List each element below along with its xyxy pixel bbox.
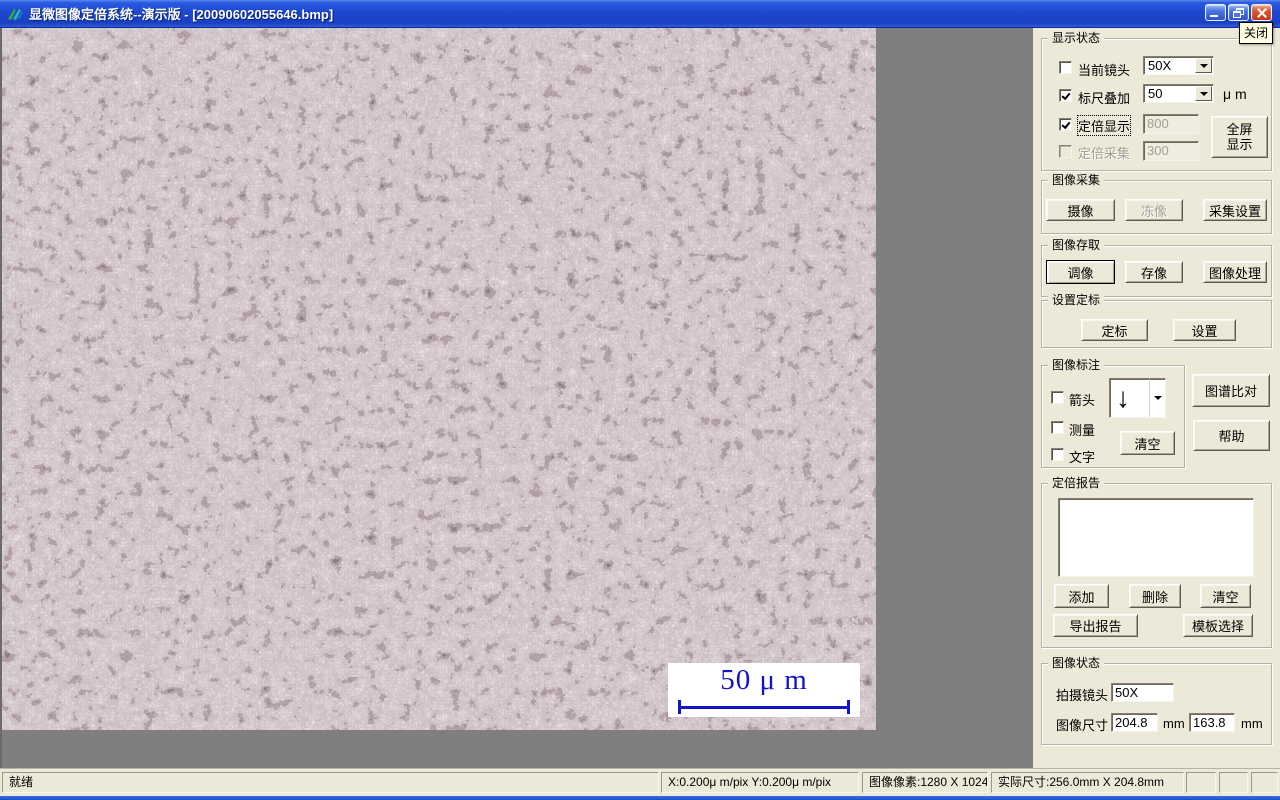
status-cell-empty — [1219, 772, 1248, 793]
checkbox-fixed-display[interactable] — [1059, 118, 1072, 131]
label-image-size: 图像尺寸 — [1056, 718, 1109, 733]
dropdown-arrow-icon — [1199, 63, 1208, 68]
close-button[interactable] — [1251, 4, 1272, 21]
help-button[interactable]: 帮助 — [1193, 420, 1270, 451]
checkbox-fixed-capture — [1059, 145, 1072, 158]
export-report-button[interactable]: 导出报告 — [1053, 614, 1138, 637]
freeze-button: 冻像 — [1125, 199, 1183, 221]
field-image-height: 163.8 — [1189, 713, 1235, 732]
group-capture-title: 图像采集 — [1048, 173, 1105, 187]
window-controls — [1203, 4, 1272, 21]
scalebar-overlay: 50 μ m — [668, 663, 860, 717]
status-resolution: X:0.200μ m/pix Y:0.200μ m/pix — [661, 772, 859, 793]
label-shoot-lens: 拍摄镜头 — [1056, 688, 1109, 703]
group-capture: 图像采集 摄像 冻像 采集设置 — [1041, 173, 1272, 234]
scalebar-label: 50 μ m — [720, 664, 808, 696]
dropdown-arrow-icon — [1199, 91, 1208, 96]
label-width-unit: mm — [1163, 716, 1185, 731]
label-arrow[interactable]: 箭头 — [1069, 390, 1095, 409]
group-display-status-title: 显示状态 — [1048, 31, 1105, 45]
annotation-clear-button[interactable]: 清空 — [1120, 431, 1175, 455]
combo-drop-button[interactable] — [1195, 86, 1212, 101]
label-fixed-capture: 定倍采集 — [1078, 146, 1131, 161]
calibrate-button[interactable]: 定标 — [1081, 319, 1148, 341]
label-current-lens[interactable]: 当前镜头 — [1078, 60, 1130, 79]
group-image-status-title: 图像状态 — [1048, 656, 1105, 670]
label-text[interactable]: 文字 — [1069, 447, 1095, 466]
group-storage-title: 图像存取 — [1048, 238, 1105, 252]
status-actual-size: 实际尺寸:256.0mm X 204.8mm — [991, 772, 1184, 793]
statusbar: 就绪 X:0.200μ m/pix Y:0.200μ m/pix 图像像素:12… — [0, 768, 1280, 796]
report-delete-button[interactable]: 删除 — [1129, 584, 1181, 608]
app-window: 显微图像定倍系统--演示版 - [20090602055646.bmp] 关闭 — [0, 0, 1280, 800]
app-icon — [8, 8, 23, 20]
status-pixels: 图像像素:1280 X 1024 — [862, 772, 988, 793]
field-fixed-capture: 300 — [1143, 141, 1199, 161]
group-image-status: 图像状态 拍摄镜头 50X 图像尺寸 204.8 mm 163.8 mm — [1041, 656, 1272, 745]
combo-ruler-value[interactable]: 50 — [1143, 84, 1214, 103]
arrow-style-glyph: ↓ — [1116, 382, 1130, 413]
group-annotation-title: 图像标注 — [1048, 358, 1105, 372]
close-tooltip: 关闭 — [1239, 22, 1274, 44]
checkbox-arrow[interactable] — [1051, 391, 1064, 404]
field-fixed-display: 800 — [1143, 114, 1199, 134]
atlas-compare-button[interactable]: 图谱比对 — [1192, 374, 1270, 407]
report-add-button[interactable]: 添加 — [1054, 584, 1109, 608]
field-shoot-lens: 50X — [1111, 683, 1174, 702]
checkbox-ruler-overlay[interactable] — [1059, 89, 1072, 102]
label-ruler-unit: μ m — [1223, 86, 1247, 102]
report-listbox[interactable] — [1058, 498, 1254, 577]
report-clear-button[interactable]: 清空 — [1200, 584, 1251, 608]
restore-button[interactable] — [1228, 4, 1249, 21]
calibration-settings-button[interactable]: 设置 — [1173, 319, 1236, 341]
checkbox-measure[interactable] — [1051, 421, 1064, 434]
minimize-button[interactable] — [1205, 4, 1226, 21]
group-calibration: 设置定标 定标 设置 — [1041, 293, 1272, 348]
label-height-unit: mm — [1241, 716, 1263, 731]
shoot-button[interactable]: 摄像 — [1046, 199, 1115, 221]
group-calibration-title: 设置定标 — [1048, 293, 1105, 307]
window-title: 显微图像定倍系统--演示版 - [20090602055646.bmp] — [29, 7, 334, 22]
group-display-status: 显示状态 当前镜头 50X 标尺叠加 50 μ m 定倍显示 800 定倍采集 … — [1041, 31, 1272, 171]
control-panel: 显示状态 当前镜头 50X 标尺叠加 50 μ m 定倍显示 800 定倍采集 … — [1033, 28, 1280, 768]
template-select-button[interactable]: 模板选择 — [1183, 614, 1253, 637]
group-annotation: 图像标注 箭头 测量 文字 ↓ 清空 — [1041, 358, 1185, 468]
group-report: 定倍报告 添加 删除 清空 导出报告 模板选择 — [1041, 476, 1272, 648]
label-measure[interactable]: 测量 — [1069, 420, 1095, 439]
micrograph-texture — [2, 28, 876, 730]
combo-current-lens[interactable]: 50X — [1143, 56, 1214, 75]
titlebar: 显微图像定倍系统--演示版 - [20090602055646.bmp] — [0, 0, 1280, 28]
window-bottom-border — [0, 796, 1280, 800]
label-fixed-display[interactable]: 定倍显示 — [1076, 115, 1132, 136]
save-image-button[interactable]: 存像 — [1125, 261, 1183, 283]
fullscreen-button[interactable]: 全屏 显示 — [1211, 116, 1268, 158]
close-icon — [1257, 8, 1267, 18]
combo-drop-button[interactable] — [1149, 379, 1165, 417]
minimize-icon — [1210, 15, 1218, 17]
scalebar-line — [678, 706, 850, 709]
status-ready: 就绪 — [2, 772, 659, 793]
label-ruler-overlay[interactable]: 标尺叠加 — [1078, 88, 1130, 107]
group-report-title: 定倍报告 — [1048, 476, 1105, 490]
image-process-button[interactable]: 图像处理 — [1203, 261, 1267, 283]
status-cell-empty — [1186, 772, 1216, 793]
arrow-style-combo[interactable]: ↓ — [1109, 378, 1166, 418]
group-storage: 图像存取 调像 存像 图像处理 — [1041, 238, 1272, 297]
load-image-button[interactable]: 调像 — [1046, 260, 1115, 284]
status-cell-empty — [1251, 772, 1278, 793]
checkbox-text[interactable] — [1051, 448, 1064, 461]
field-image-width: 204.8 — [1111, 713, 1158, 732]
capture-settings-button[interactable]: 采集设置 — [1203, 199, 1267, 221]
dropdown-arrow-icon — [1153, 396, 1162, 400]
checkbox-current-lens[interactable] — [1059, 61, 1072, 74]
micrograph-image[interactable]: 50 μ m — [2, 28, 876, 730]
combo-drop-button[interactable] — [1195, 58, 1212, 73]
